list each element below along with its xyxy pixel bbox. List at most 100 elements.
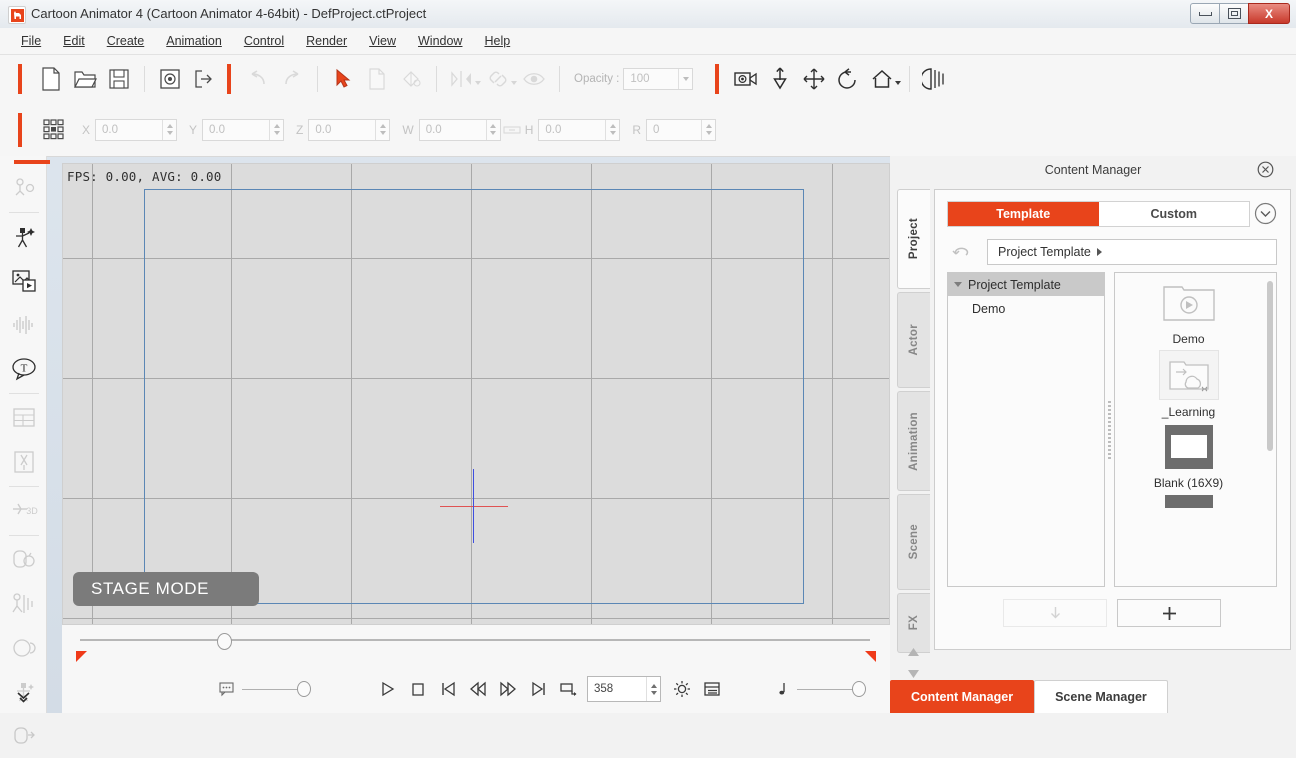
play-button[interactable] bbox=[373, 674, 403, 704]
align-grid-icon[interactable] bbox=[36, 113, 70, 147]
home-view-icon[interactable] bbox=[865, 62, 899, 96]
save-project-icon[interactable] bbox=[102, 62, 136, 96]
folder-tree[interactable]: Project Template Demo bbox=[947, 272, 1105, 587]
sidebar-item-sprite-table[interactable] bbox=[0, 396, 47, 440]
pin-drop-icon[interactable] bbox=[763, 62, 797, 96]
loop-button[interactable] bbox=[553, 674, 583, 704]
menu-file[interactable]: File bbox=[10, 30, 52, 52]
z-stepper[interactable] bbox=[375, 119, 389, 140]
tab-actor[interactable]: Actor bbox=[897, 292, 930, 388]
opacity-dropdown-icon[interactable] bbox=[678, 69, 692, 89]
menu-render[interactable]: Render bbox=[295, 30, 358, 52]
export-icon[interactable] bbox=[187, 62, 221, 96]
menu-control[interactable]: Control bbox=[233, 30, 295, 52]
download-button[interactable] bbox=[1003, 599, 1107, 627]
thumbnail-item-learning[interactable]: _Learning bbox=[1158, 350, 1219, 419]
thumbnail-item-partial[interactable] bbox=[1163, 494, 1215, 511]
thumbnail-item-demo[interactable]: Demo bbox=[1160, 279, 1218, 346]
sidebar-item-audio-waveform[interactable] bbox=[0, 303, 47, 347]
bottom-tab-scene-manager[interactable]: Scene Manager bbox=[1034, 680, 1168, 713]
go-to-start-button[interactable] bbox=[433, 674, 463, 704]
segment-custom[interactable]: Custom bbox=[1098, 202, 1249, 226]
y-stepper[interactable] bbox=[269, 119, 283, 140]
go-to-end-button[interactable] bbox=[523, 674, 553, 704]
sidebar-item-face-key[interactable] bbox=[0, 714, 47, 758]
menu-create[interactable]: Create bbox=[96, 30, 156, 52]
undo-icon[interactable] bbox=[241, 62, 275, 96]
speech-bubble-icon[interactable] bbox=[212, 674, 242, 704]
sidebar-item-3d-motion[interactable]: 3D bbox=[0, 489, 47, 533]
tree-root-item[interactable]: Project Template bbox=[948, 273, 1104, 296]
select-arrow-icon[interactable] bbox=[326, 62, 360, 96]
add-button[interactable] bbox=[1117, 599, 1221, 627]
w-input[interactable]: 0.0 bbox=[418, 118, 501, 141]
menu-window[interactable]: Window bbox=[407, 30, 473, 52]
sidebar-item-text-bubble[interactable]: T bbox=[0, 347, 47, 391]
bubble-opacity-slider-track[interactable] bbox=[242, 688, 298, 690]
thumbnail-grid[interactable]: Demo _Learning Blank (16X9) bbox=[1114, 272, 1277, 587]
stage-viewport[interactable]: FPS: 0.00, AVG: 0.00 STAGE MODE bbox=[62, 163, 890, 625]
sidebar-more-button[interactable] bbox=[0, 687, 47, 707]
step-forward-button[interactable] bbox=[493, 674, 523, 704]
sidebar-item-motion-curve[interactable] bbox=[0, 582, 47, 626]
home-chevron-down-icon[interactable] bbox=[895, 81, 902, 85]
w-stepper[interactable] bbox=[485, 119, 500, 140]
thumbnail-item-blank-16x9[interactable]: Blank (16X9) bbox=[1154, 423, 1223, 490]
tree-expand-triangle-icon[interactable] bbox=[954, 282, 962, 287]
sidebar-item-face-puppet[interactable] bbox=[0, 538, 47, 582]
segment-template[interactable]: Template bbox=[948, 202, 1099, 226]
tab-scene[interactable]: Scene bbox=[897, 494, 930, 590]
onion-skin-icon[interactable] bbox=[918, 62, 952, 96]
zoom-slider-handle[interactable] bbox=[217, 633, 232, 650]
render-settings-button[interactable] bbox=[667, 674, 697, 704]
thumbnail-scrollbar[interactable] bbox=[1267, 281, 1273, 451]
audio-volume-slider-track[interactable] bbox=[797, 688, 853, 690]
menu-help[interactable]: Help bbox=[473, 30, 521, 52]
z-input[interactable]: 0.0 bbox=[308, 118, 391, 141]
menu-edit[interactable]: Edit bbox=[52, 30, 96, 52]
back-button[interactable] bbox=[947, 244, 973, 260]
preview-render-icon[interactable] bbox=[153, 62, 187, 96]
sidebar-item-head-audio[interactable] bbox=[0, 626, 47, 670]
redo-icon[interactable] bbox=[275, 62, 309, 96]
timeline-button[interactable] bbox=[697, 674, 727, 704]
close-button[interactable]: X bbox=[1248, 3, 1290, 24]
tree-item-demo[interactable]: Demo bbox=[948, 296, 1104, 316]
music-note-icon[interactable] bbox=[767, 674, 797, 704]
link-ratio-icon[interactable] bbox=[501, 113, 523, 147]
rotate-icon[interactable] bbox=[831, 62, 865, 96]
link-icon[interactable] bbox=[481, 62, 515, 96]
range-marker-start[interactable] bbox=[76, 651, 87, 662]
r-input[interactable]: 0 bbox=[646, 118, 717, 141]
tab-scroll-up-button[interactable] bbox=[897, 641, 930, 663]
pane-splitter[interactable] bbox=[1105, 272, 1114, 587]
h-stepper[interactable] bbox=[605, 119, 619, 140]
opacity-input[interactable]: 100 bbox=[623, 68, 694, 90]
open-project-icon[interactable] bbox=[68, 62, 102, 96]
maximize-button[interactable] bbox=[1219, 3, 1249, 24]
menu-animation[interactable]: Animation bbox=[155, 30, 233, 52]
sidebar-item-media-prop[interactable] bbox=[0, 259, 47, 303]
r-stepper[interactable] bbox=[701, 119, 715, 140]
content-manager-close-button[interactable] bbox=[1257, 161, 1274, 178]
eye-visibility-icon[interactable] bbox=[517, 62, 551, 96]
copy-icon[interactable] bbox=[360, 62, 394, 96]
zoom-slider-track[interactable] bbox=[80, 639, 870, 641]
new-project-icon[interactable] bbox=[34, 62, 68, 96]
menu-view[interactable]: View bbox=[358, 30, 407, 52]
expand-options-button[interactable] bbox=[1254, 202, 1277, 225]
sidebar-item-actor-puppet[interactable] bbox=[0, 215, 47, 259]
x-stepper[interactable] bbox=[162, 119, 176, 140]
flip-icon[interactable] bbox=[445, 62, 479, 96]
minimize-button[interactable] bbox=[1190, 3, 1220, 24]
y-input[interactable]: 0.0 bbox=[202, 118, 285, 141]
sidebar-item-bone-editor[interactable] bbox=[0, 166, 47, 210]
x-input[interactable]: 0.0 bbox=[95, 118, 178, 141]
audio-volume-slider-handle[interactable] bbox=[852, 681, 866, 697]
paint-bucket-icon[interactable] bbox=[394, 62, 428, 96]
frame-number-input[interactable]: 358 bbox=[587, 676, 661, 702]
sidebar-item-body-parts[interactable] bbox=[0, 440, 47, 484]
range-marker-end[interactable] bbox=[865, 651, 876, 662]
h-input[interactable]: 0.0 bbox=[538, 118, 621, 141]
bubble-opacity-slider-handle[interactable] bbox=[297, 681, 311, 697]
